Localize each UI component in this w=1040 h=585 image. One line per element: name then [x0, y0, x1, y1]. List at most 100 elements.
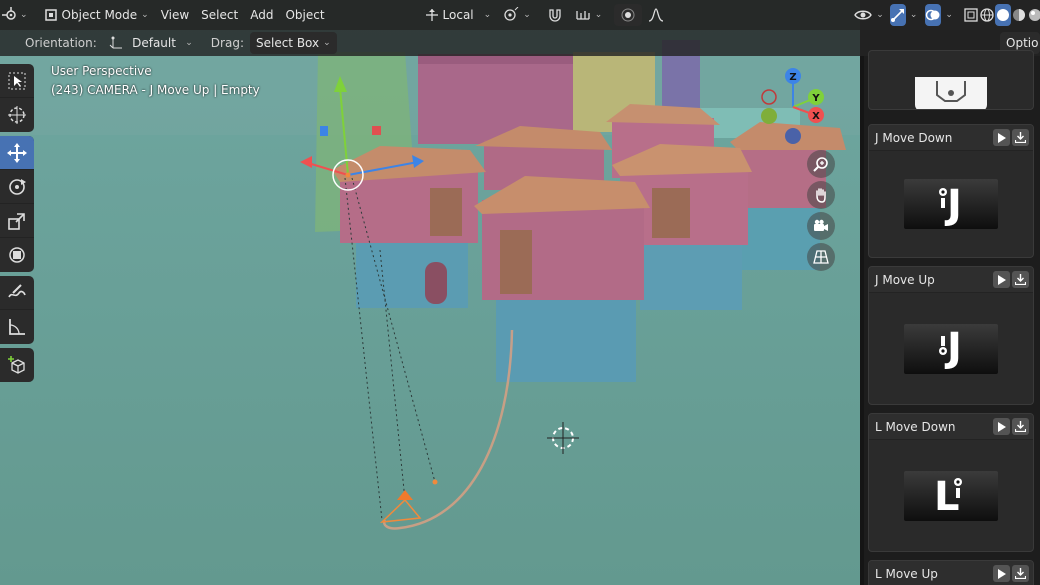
- action-library-panel: J Move Down J J Move Up J L Move Down L …: [860, 50, 1040, 585]
- falloff-curve-icon: [649, 8, 664, 22]
- action-thumbnail: [915, 77, 987, 109]
- select-box-icon: [8, 72, 26, 89]
- action-card-j-move-down[interactable]: J Move Down J: [868, 124, 1034, 258]
- shading-wireframe[interactable]: [979, 4, 995, 26]
- drag-value: Select Box: [255, 36, 320, 50]
- tool-select-box[interactable]: [0, 64, 34, 98]
- xray-icon: [964, 8, 978, 22]
- path-point: [432, 479, 438, 485]
- action-card-l-move-up[interactable]: L Move Up: [868, 560, 1034, 585]
- action-card-top[interactable]: [868, 50, 1034, 110]
- letter-glyph: J: [947, 182, 962, 228]
- action-title: L Move Up: [875, 566, 938, 581]
- orientation-dropdown[interactable]: Default ⌄: [103, 32, 199, 54]
- import-button[interactable]: [1012, 565, 1029, 582]
- rendered-sphere-icon: [1028, 9, 1040, 21]
- action-card-l-move-down[interactable]: L Move Down L: [868, 413, 1034, 552]
- play-icon: [998, 132, 1006, 143]
- gizmo-toggle[interactable]: [889, 4, 906, 26]
- menu-select[interactable]: Select: [195, 4, 244, 26]
- tool-rotate[interactable]: [0, 170, 34, 204]
- viewport-editor-icon: [2, 7, 16, 20]
- snap-target-dropdown[interactable]: ⌄: [569, 4, 609, 26]
- falloff-dropdown[interactable]: [642, 4, 670, 26]
- hand-icon: [816, 188, 826, 203]
- solid-sphere-icon: [996, 9, 1009, 21]
- camera-view-button[interactable]: [807, 212, 835, 240]
- chevron-down-icon: ⌄: [909, 10, 918, 20]
- play-button[interactable]: [993, 565, 1010, 582]
- play-button[interactable]: [993, 418, 1010, 435]
- add-cube-icon: [8, 356, 25, 374]
- robot-hand-icon: [936, 81, 966, 102]
- tool-measure[interactable]: [0, 310, 34, 344]
- perspective-toggle-button[interactable]: [807, 243, 835, 271]
- annotate-icon: [8, 283, 26, 297]
- gizmo-y-label: Y: [811, 93, 820, 104]
- camera-marker-icon: [954, 477, 962, 498]
- download-icon: [1015, 568, 1026, 579]
- shading-solid[interactable]: [994, 4, 1011, 26]
- chevron-down-icon: ⌄: [523, 10, 531, 20]
- editor-type-button[interactable]: [2, 4, 20, 26]
- snap-increment-icon: [576, 11, 590, 20]
- drag-dropdown[interactable]: Select Box ⌄: [249, 32, 337, 54]
- tool-add-cube[interactable]: [0, 348, 34, 382]
- mode-dropdown[interactable]: Object Mode ⌄: [38, 4, 155, 26]
- tool-transform[interactable]: [0, 238, 34, 272]
- download-icon: [1015, 421, 1026, 432]
- tool-move[interactable]: [0, 136, 34, 170]
- zoom-button[interactable]: [807, 150, 835, 178]
- action-thumbnail: J: [904, 323, 998, 374]
- eye-icon: [854, 10, 873, 20]
- pan-button[interactable]: [807, 181, 835, 209]
- gizmo-arrow-icon: [890, 9, 904, 22]
- gizmo-z-label: Z: [789, 72, 796, 83]
- import-button[interactable]: [1012, 271, 1029, 288]
- move-icon: [7, 142, 27, 163]
- orientation-axes-icon: [425, 9, 438, 21]
- wireframe-sphere-icon: [980, 8, 994, 22]
- chevron-down-icon: ⌄: [483, 10, 492, 20]
- action-title: J Move Down: [875, 130, 953, 145]
- menu-view[interactable]: View: [155, 4, 195, 26]
- menu-add[interactable]: Add: [244, 4, 279, 26]
- transform-orientation-dropdown[interactable]: Local ⌄: [419, 4, 498, 26]
- pivot-icon: [504, 7, 519, 21]
- snap-toggle[interactable]: [541, 4, 569, 26]
- action-card-j-move-up[interactable]: J Move Up J: [868, 266, 1034, 405]
- play-icon: [998, 568, 1006, 579]
- camera-marker-icon: [939, 188, 947, 208]
- tool-shelf: [0, 64, 34, 386]
- download-icon: [1015, 132, 1026, 143]
- chevron-down-icon: ⌄: [876, 10, 884, 20]
- tool-annotate[interactable]: [0, 276, 34, 310]
- object-mode-icon: [44, 9, 57, 21]
- tool-cursor[interactable]: [0, 98, 34, 132]
- play-button[interactable]: [993, 271, 1010, 288]
- overlays-toggle[interactable]: [925, 4, 942, 26]
- xray-toggle[interactable]: [963, 4, 979, 26]
- import-button[interactable]: [1012, 129, 1029, 146]
- visibility-dropdown[interactable]: ⌄: [848, 4, 890, 26]
- camera-icon: [814, 219, 828, 231]
- chevron-down-icon: ⌄: [185, 38, 193, 48]
- cursor-icon: [8, 106, 26, 124]
- proportional-edit-icon: [621, 8, 635, 22]
- chevron-down-icon: ⌄: [20, 10, 28, 20]
- material-sphere-icon: [1012, 9, 1025, 21]
- action-thumbnail: J: [904, 179, 998, 229]
- play-button[interactable]: [993, 129, 1010, 146]
- 3d-viewport[interactable]: Z Y X User Perspective (243) CAMERA - J …: [0, 0, 860, 585]
- camera-marker-icon: [939, 335, 947, 355]
- action-title: L Move Down: [875, 419, 956, 434]
- import-button[interactable]: [1012, 418, 1029, 435]
- tool-scale[interactable]: [0, 204, 34, 238]
- proportional-editing-toggle[interactable]: [614, 4, 643, 26]
- drag-field-label: Drag:: [210, 36, 244, 50]
- shading-rendered[interactable]: [1027, 4, 1040, 26]
- menu-object[interactable]: Object: [279, 4, 330, 26]
- pivot-point-dropdown[interactable]: ⌄: [497, 4, 537, 26]
- object-info-label: (243) CAMERA - J Move Up | Empty: [51, 83, 260, 97]
- shading-material[interactable]: [1011, 4, 1027, 26]
